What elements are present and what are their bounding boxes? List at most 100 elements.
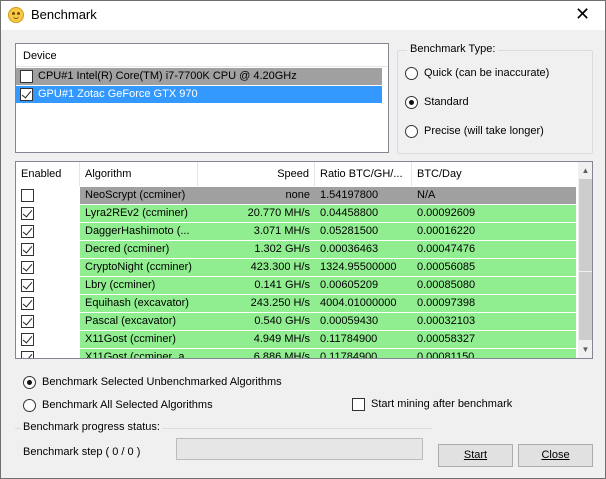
benchmark-step-text: Benchmark step ( 0 / 0 ) xyxy=(23,446,141,458)
radio-all-selected-indicator[interactable] xyxy=(23,399,36,412)
algorithm-enabled-cell xyxy=(16,187,80,204)
algorithm-speed-cell: 423.300 H/s xyxy=(250,261,310,273)
close-window-icon[interactable]: ✕ xyxy=(560,1,605,30)
header-speed[interactable]: Speed xyxy=(198,162,315,186)
radio-quick-indicator[interactable] xyxy=(405,67,418,80)
device-row-gpu[interactable]: GPU#1 Zotac GeForce GTX 970 xyxy=(16,86,382,103)
device-gpu-label: GPU#1 Zotac GeForce GTX 970 xyxy=(38,88,198,100)
radio-quick-label: Quick (can be inaccurate) xyxy=(424,67,550,79)
algorithm-enabled-cell xyxy=(16,241,80,258)
radio-unbenchmarked-label: Benchmark Selected Unbenchmarked Algorit… xyxy=(42,376,282,388)
header-algorithm[interactable]: Algorithm xyxy=(80,162,198,186)
radio-all-selected-label: Benchmark All Selected Algorithms xyxy=(42,399,213,411)
algorithm-speed-cell: 0.141 GH/s xyxy=(254,279,310,291)
algorithm-enabled-checkbox[interactable] xyxy=(21,261,34,274)
algorithm-btc-day-cell: 0.00056085 xyxy=(417,261,476,273)
algorithm-btc-day-cell: 0.00092609 xyxy=(417,207,476,219)
algorithm-row[interactable]: X11Gost (ccminer) 4.949 MH/s 0.11784900 0.0… xyxy=(16,331,576,348)
algorithm-name-cell: Equihash (excavator) xyxy=(85,297,189,309)
algorithm-enabled-checkbox[interactable] xyxy=(21,351,34,358)
algorithm-row[interactable]: Lbry (ccminer) 0.141 GH/s 0.00605209 0.0008… xyxy=(16,277,576,294)
algorithm-speed-cell: 243.250 H/s xyxy=(250,297,310,309)
device-cpu-checkbox[interactable] xyxy=(20,70,33,83)
algorithm-name-cell: CryptoNight (ccminer) xyxy=(85,261,192,273)
algorithm-enabled-checkbox[interactable] xyxy=(21,225,34,238)
algorithm-btc-day-cell: 0.00097398 xyxy=(417,297,476,309)
algorithm-enabled-checkbox[interactable] xyxy=(21,189,34,202)
algorithm-enabled-cell xyxy=(16,331,80,348)
close-button[interactable]: Close xyxy=(518,444,593,467)
algorithm-ratio-cell: 4004.01000000 xyxy=(320,297,397,309)
algorithm-btc-day-cell: 0.00081150 xyxy=(417,351,475,359)
algorithm-enabled-checkbox[interactable] xyxy=(21,333,34,346)
algorithm-row[interactable]: Equihash (excavator) 243.250 H/s 4004.0100… xyxy=(16,295,576,312)
algorithm-enabled-cell xyxy=(16,259,80,276)
benchmark-type-legend: Benchmark Type: xyxy=(407,43,499,55)
close-button-label: Close xyxy=(541,449,570,461)
algorithm-list-header: Enabled Algorithm Speed Ratio BTC/GH/...… xyxy=(16,162,578,186)
start-mining-checkbox[interactable] xyxy=(352,398,365,411)
radio-unbenchmarked-indicator[interactable] xyxy=(23,376,36,389)
header-ratio[interactable]: Ratio BTC/GH/... xyxy=(315,162,412,186)
algorithm-row[interactable]: NeoScrypt (ccminer) none 1.54197800 N/A xyxy=(16,187,576,204)
algorithm-enabled-cell xyxy=(16,295,80,312)
algorithm-enabled-checkbox[interactable] xyxy=(21,243,34,256)
device-cpu-label: CPU#1 Intel(R) Core(TM) i7-7700K CPU @ 4… xyxy=(38,70,297,82)
algorithm-btc-day-cell: 0.00032103 xyxy=(417,315,476,327)
radio-precise-indicator[interactable] xyxy=(405,125,418,138)
algorithm-ratio-cell: 0.11784900 xyxy=(320,351,378,359)
start-button[interactable]: Start xyxy=(438,444,513,467)
radio-precise-label: Precise (will take longer) xyxy=(424,125,544,137)
scroll-thumb[interactable] xyxy=(579,179,592,271)
scroll-track-lower[interactable] xyxy=(579,272,592,340)
algorithm-row[interactable]: DaggerHashimoto (... 3.071 MH/s 0.05281500… xyxy=(16,223,576,240)
radio-standard-label: Standard xyxy=(424,96,469,108)
algorithm-enabled-cell xyxy=(16,277,80,294)
algorithm-speed-cell: 6.886 MH/s xyxy=(253,351,310,359)
algorithm-row[interactable]: Decred (ccminer) 1.302 GH/s 0.00036463 0.00… xyxy=(16,241,576,258)
algorithm-enabled-cell xyxy=(16,223,80,240)
algorithm-ratio-cell: 0.11784900 xyxy=(320,333,378,345)
algorithm-name-cell: Lyra2REv2 (ccminer) xyxy=(85,207,188,219)
algorithm-btc-day-cell: 0.00085080 xyxy=(417,279,476,291)
algorithm-name-cell: X11Gost (ccminer) xyxy=(85,333,176,345)
progress-legend: Benchmark progress status: xyxy=(21,421,162,433)
algorithm-row[interactable]: Lyra2REv2 (ccminer) 20.770 MH/s 0.04458800… xyxy=(16,205,576,222)
algorithm-list[interactable]: Enabled Algorithm Speed Ratio BTC/GH/...… xyxy=(15,161,593,359)
algorithm-row[interactable]: CryptoNight (ccminer) 423.300 H/s 1324.955… xyxy=(16,259,576,276)
algorithm-ratio-cell: 1324.95500000 xyxy=(320,261,397,273)
title-bar: Benchmark ✕ xyxy=(1,1,605,30)
benchmark-progress-bar xyxy=(176,438,423,460)
scroll-up-icon[interactable]: ▲ xyxy=(578,162,592,179)
header-btc-day[interactable]: BTC/Day xyxy=(412,162,578,186)
algorithm-btc-day-cell: 0.00016220 xyxy=(417,225,476,237)
algorithm-enabled-checkbox[interactable] xyxy=(21,279,34,292)
algorithm-speed-cell: 3.071 MH/s xyxy=(253,225,310,237)
algorithm-ratio-cell: 1.54197800 xyxy=(320,189,379,201)
start-mining-label: Start mining after benchmark xyxy=(371,398,513,410)
benchmark-window: Benchmark ✕ Device CPU#1 Intel(R) Core(T… xyxy=(0,0,606,479)
algorithm-row[interactable]: Pascal (excavator) 0.540 GH/s 0.00059430 0.… xyxy=(16,313,576,330)
window-title: Benchmark xyxy=(31,7,97,22)
algorithm-list-scrollbar[interactable]: ▲ ▼ xyxy=(578,162,592,358)
algorithm-enabled-cell xyxy=(16,349,80,358)
algorithm-name-cell: X11Gost (ccminer_a... xyxy=(85,351,194,359)
radio-standard-indicator[interactable] xyxy=(405,96,418,109)
algorithm-enabled-checkbox[interactable] xyxy=(21,297,34,310)
algorithm-btc-day-cell: N/A xyxy=(417,189,436,201)
algorithm-row[interactable]: X11Gost (ccminer_a... 6.886 MH/s 0.1178490… xyxy=(16,349,576,359)
algorithm-name-cell: Lbry (ccminer) xyxy=(85,279,156,291)
device-row-cpu[interactable]: CPU#1 Intel(R) Core(TM) i7-7700K CPU @ 4… xyxy=(16,68,382,85)
algorithm-enabled-checkbox[interactable] xyxy=(21,207,34,220)
device-gpu-checkbox[interactable] xyxy=(20,88,33,101)
algorithm-speed-cell: 0.540 GH/s xyxy=(254,315,310,327)
algorithm-name-cell: Decred (ccminer) xyxy=(85,243,170,255)
algorithm-speed-cell: 1.302 GH/s xyxy=(254,243,310,255)
device-column-header: Device xyxy=(16,44,388,67)
algorithm-ratio-cell: 0.00036463 xyxy=(320,243,379,255)
scroll-down-icon[interactable]: ▼ xyxy=(578,341,592,358)
header-enabled[interactable]: Enabled xyxy=(16,162,80,186)
algorithm-speed-cell: 4.949 MH/s xyxy=(253,333,310,345)
device-list[interactable]: Device CPU#1 Intel(R) Core(TM) i7-7700K … xyxy=(15,43,389,153)
algorithm-enabled-checkbox[interactable] xyxy=(21,315,34,328)
